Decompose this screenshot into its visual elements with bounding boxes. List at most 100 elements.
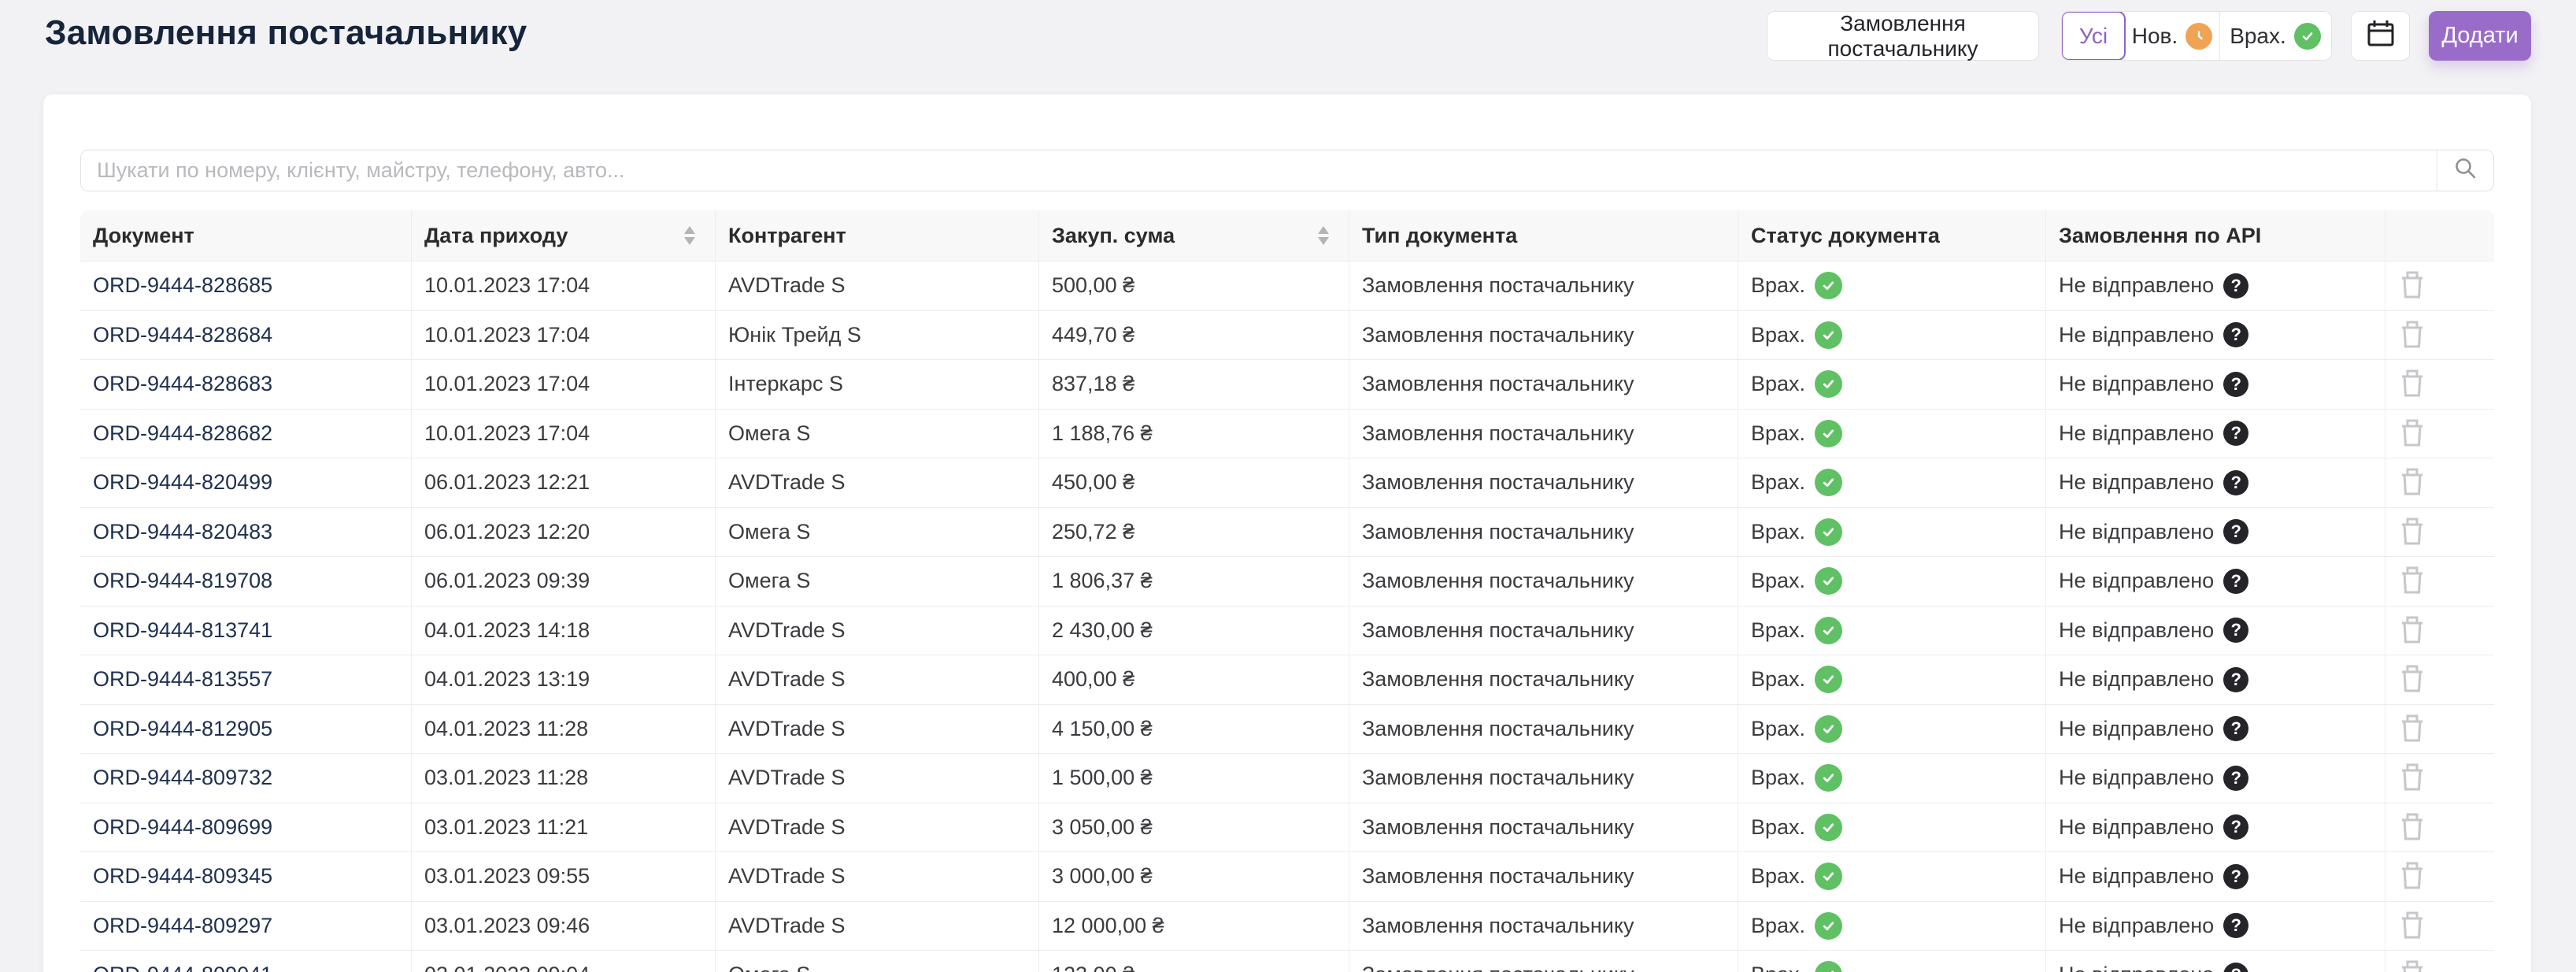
document-link[interactable]: ORD-9444-828684 [93, 323, 272, 347]
table-row: ORD-9444-820483 06.01.2023 12:20 Омега S… [80, 507, 2494, 557]
document-link[interactable]: ORD-9444-809297 [93, 914, 272, 938]
document-cell: ORD-9444-809041 [80, 951, 412, 972]
question-circle-icon[interactable]: ? [2223, 371, 2249, 397]
document-link[interactable]: ORD-9444-809345 [93, 864, 272, 889]
delete-button[interactable] [2398, 564, 2426, 598]
column-header-arrival-date: Дата приходу [412, 210, 716, 261]
document-link[interactable]: ORD-9444-819708 [93, 569, 272, 593]
table-row: ORD-9444-819708 06.01.2023 09:39 Омега S… [80, 557, 2494, 607]
question-circle-icon[interactable]: ? [2223, 913, 2249, 939]
purchase-sum-cell: 2 430,00 ₴ [1039, 606, 1349, 655]
actions-cell [2385, 607, 2494, 655]
search-input[interactable] [81, 150, 2437, 191]
counterparty-cell: AVDTrade S [716, 458, 1039, 507]
purchase-sum-cell: 4 150,00 ₴ [1039, 704, 1349, 753]
document-link[interactable]: ORD-9444-828683 [93, 372, 272, 396]
check-circle-icon [1815, 469, 1843, 497]
filter-tab-new[interactable]: Нов. [2125, 12, 2220, 60]
question-circle-icon[interactable]: ? [2223, 863, 2249, 889]
calendar-button[interactable] [2351, 11, 2410, 61]
arrival-date-cell: 06.01.2023 12:21 [412, 458, 716, 507]
check-circle-icon [1815, 961, 1843, 972]
check-circle-icon [1815, 764, 1843, 792]
api-order-cell: Не відправлено ? [2046, 507, 2385, 556]
api-order-cell: Не відправлено ? [2046, 901, 2385, 950]
table-row: ORD-9444-809732 03.01.2023 11:28 AVDTrad… [80, 754, 2494, 803]
document-link[interactable]: ORD-9444-809041 [93, 963, 272, 972]
document-cell: ORD-9444-813741 [80, 606, 412, 655]
document-link[interactable]: ORD-9444-809732 [93, 766, 272, 790]
actions-cell [2385, 360, 2494, 409]
search-button[interactable] [2437, 150, 2493, 191]
sort-icon[interactable] [683, 226, 696, 245]
question-circle-icon[interactable]: ? [2223, 962, 2249, 972]
actions-cell [2385, 508, 2494, 557]
actions-cell [2385, 311, 2494, 360]
sort-icon[interactable] [1317, 226, 1330, 245]
question-circle-icon[interactable]: ? [2223, 322, 2249, 348]
counterparty-cell: AVDTrade S [716, 704, 1039, 753]
table-row: ORD-9444-809699 03.01.2023 11:21 AVDTrad… [80, 803, 2494, 852]
counterparty-cell: AVDTrade S [716, 852, 1039, 901]
document-link[interactable]: ORD-9444-820483 [93, 520, 272, 544]
check-circle-icon [1815, 419, 1843, 447]
question-circle-icon[interactable]: ? [2223, 814, 2249, 840]
filter-tab-accounted[interactable]: Врах. [2220, 12, 2330, 60]
document-link[interactable]: ORD-9444-820499 [93, 470, 272, 495]
question-circle-icon[interactable]: ? [2223, 421, 2249, 447]
filter-segmented-control: Усі Нов. Врах. [2061, 11, 2332, 61]
delete-button[interactable] [2398, 466, 2426, 499]
document-link[interactable]: ORD-9444-813557 [93, 667, 272, 692]
calendar-icon [2364, 17, 2397, 55]
delete-button[interactable] [2398, 909, 2426, 943]
delete-button[interactable] [2398, 859, 2426, 893]
document-link[interactable]: ORD-9444-828685 [93, 273, 272, 298]
document-type-cell: Замовлення постачальнику [1349, 951, 1738, 972]
table-row: ORD-9444-828684 10.01.2023 17:04 Юнік Тр… [80, 310, 2494, 360]
question-circle-icon[interactable]: ? [2223, 519, 2249, 545]
delete-button[interactable] [2398, 367, 2426, 401]
document-cell: ORD-9444-813557 [80, 655, 412, 704]
delete-button[interactable] [2398, 662, 2426, 696]
delete-button[interactable] [2398, 958, 2426, 972]
trash-icon [2398, 564, 2426, 598]
question-circle-icon[interactable]: ? [2223, 273, 2249, 299]
question-circle-icon[interactable]: ? [2223, 716, 2249, 742]
document-link[interactable]: ORD-9444-809699 [93, 815, 272, 840]
orders-card: Документ Дата приходу Контрагент Закуп. … [43, 95, 2531, 972]
delete-button[interactable] [2398, 712, 2426, 746]
delete-button[interactable] [2398, 318, 2426, 352]
delete-button[interactable] [2398, 614, 2426, 647]
check-circle-icon [1815, 370, 1843, 399]
document-status-cell: Врах. [1738, 655, 2046, 704]
delete-button[interactable] [2398, 515, 2426, 549]
add-button[interactable]: Додати [2429, 11, 2531, 61]
question-circle-icon[interactable]: ? [2223, 765, 2249, 791]
document-link[interactable]: ORD-9444-828682 [93, 421, 272, 446]
document-cell: ORD-9444-809699 [80, 803, 412, 851]
document-cell: ORD-9444-819708 [80, 557, 412, 606]
orders-button[interactable]: Замовлення постачальнику [1767, 11, 2039, 61]
actions-cell [2385, 803, 2494, 852]
document-status-cell: Врах. [1738, 606, 2046, 655]
table-row: ORD-9444-812905 04.01.2023 11:28 AVDTrad… [80, 704, 2494, 754]
arrival-date-cell: 06.01.2023 09:39 [412, 557, 716, 606]
question-circle-icon[interactable]: ? [2223, 469, 2249, 495]
purchase-sum-cell: 12 000,00 ₴ [1039, 901, 1349, 950]
question-circle-icon[interactable]: ? [2223, 666, 2249, 692]
arrival-date-cell: 10.01.2023 17:04 [412, 310, 716, 359]
question-circle-icon[interactable]: ? [2223, 618, 2249, 644]
counterparty-cell: AVDTrade S [716, 655, 1039, 704]
check-circle-icon [1815, 272, 1843, 300]
document-link[interactable]: ORD-9444-812905 [93, 717, 272, 741]
document-type-cell: Замовлення постачальнику [1349, 901, 1738, 950]
delete-button[interactable] [2398, 269, 2426, 302]
delete-button[interactable] [2398, 761, 2426, 795]
document-type-cell: Замовлення постачальнику [1349, 310, 1738, 359]
document-link[interactable]: ORD-9444-813741 [93, 618, 272, 643]
delete-button[interactable] [2398, 811, 2426, 844]
question-circle-icon[interactable]: ? [2223, 568, 2249, 594]
api-order-cell: Не відправлено ? [2046, 803, 2385, 851]
delete-button[interactable] [2398, 417, 2426, 451]
filter-tab-all[interactable]: Усі [2062, 12, 2126, 60]
